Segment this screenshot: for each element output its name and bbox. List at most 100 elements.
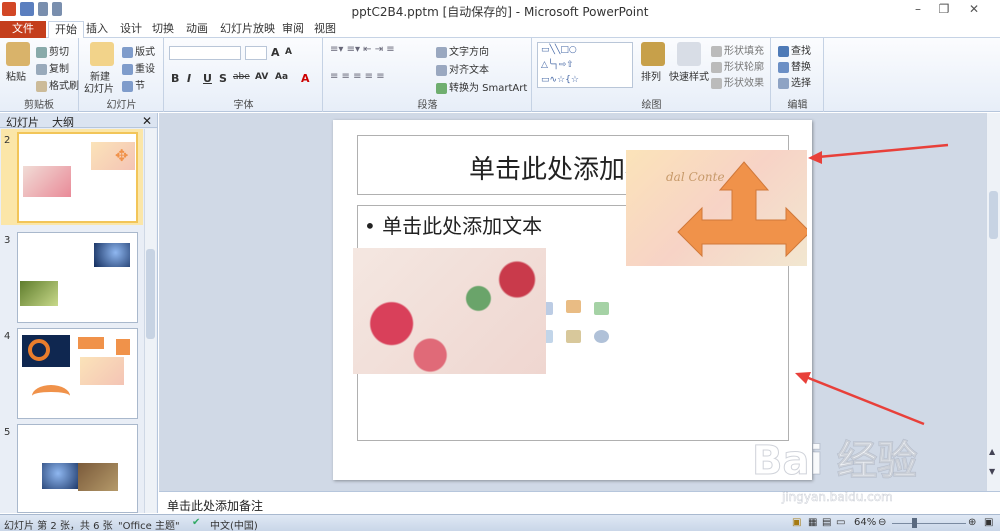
theme-status[interactable]: "Office 主题" bbox=[118, 517, 180, 531]
tab-animations[interactable]: 动画 bbox=[180, 21, 214, 38]
bullets-icon[interactable]: ≡▾ ≡▾ ⇤ ⇥ ≡ bbox=[330, 44, 395, 55]
reset-button[interactable]: 重设 bbox=[122, 60, 155, 75]
grow-font-button[interactable]: A bbox=[271, 46, 280, 59]
copy-button[interactable]: 复制 bbox=[36, 60, 69, 75]
paste-button[interactable]: 粘贴 bbox=[6, 68, 26, 83]
thumb-left-arrow bbox=[78, 337, 104, 349]
insert-media-icon[interactable] bbox=[594, 330, 609, 343]
thumb-space-image bbox=[94, 243, 130, 267]
group-drawing: ▭╲╲□○ △╰┐⇨⇧ ▭∿☆{☆ 排列 快速样式 形状填充 形状轮廓 形状效果… bbox=[533, 38, 771, 112]
italic-button[interactable]: I bbox=[187, 72, 191, 85]
smartart-icon bbox=[436, 82, 447, 94]
arrange-button[interactable]: 排列 bbox=[641, 68, 661, 83]
shrink-font-button[interactable]: A bbox=[285, 47, 292, 57]
font-size-combo[interactable] bbox=[245, 46, 267, 60]
slide-thumbnail-3[interactable] bbox=[17, 232, 138, 323]
underline-button[interactable]: U bbox=[203, 72, 212, 85]
content-placeholder-text: • 单击此处添加文本 bbox=[364, 214, 543, 238]
fit-to-window-icon[interactable]: ▣ bbox=[984, 517, 993, 528]
find-button[interactable]: 查找 bbox=[778, 42, 811, 57]
tab-slides-pane[interactable]: 幻灯片 bbox=[6, 114, 39, 130]
quick-styles-icon[interactable] bbox=[677, 42, 701, 66]
new-slide-icon[interactable] bbox=[90, 42, 114, 66]
insert-chart-icon[interactable] bbox=[566, 300, 581, 313]
shapes-gallery[interactable]: ▭╲╲□○ △╰┐⇨⇧ ▭∿☆{☆ bbox=[537, 42, 633, 88]
brush-icon bbox=[36, 80, 47, 92]
close-icon[interactable]: ✕ bbox=[962, 2, 986, 16]
bold-button[interactable]: B bbox=[171, 72, 179, 85]
insert-smartart-icon[interactable] bbox=[594, 302, 609, 315]
group-paragraph: ≡▾ ≡▾ ⇤ ⇥ ≡ ≡ ≡ ≡ ≡ ≡ 文字方向 对齐文本 转换为 Smar… bbox=[324, 38, 532, 112]
new-slide-dropdown[interactable]: 幻灯片 bbox=[84, 80, 114, 95]
editing-group-label: 编辑 bbox=[787, 100, 808, 111]
font-family-combo[interactable] bbox=[169, 46, 241, 60]
tab-design[interactable]: 设计 bbox=[114, 21, 148, 38]
layout-button[interactable]: 版式 bbox=[122, 43, 155, 58]
language-status[interactable]: 中文(中国) bbox=[210, 517, 258, 531]
outline-icon bbox=[711, 61, 722, 73]
change-case-button[interactable]: Aa bbox=[275, 72, 288, 82]
clipboard-group-label: 剪贴板 bbox=[24, 100, 54, 111]
slide-thumbnail-4[interactable] bbox=[17, 328, 138, 419]
title-bar: pptC2B4.pptm [自动保存的] - Microsoft PowerPo… bbox=[0, 0, 1000, 20]
tab-transitions[interactable]: 切换 bbox=[146, 21, 180, 38]
font-group-label: 字体 bbox=[233, 100, 254, 111]
editor-scrollbar[interactable]: ▲ ▼ bbox=[986, 113, 1000, 491]
binoculars-icon bbox=[778, 45, 789, 57]
group-slides: 新建 幻灯片 版式 重设 节 幻灯片 bbox=[80, 38, 164, 112]
insert-clipart-icon[interactable] bbox=[566, 330, 581, 343]
minimize-icon[interactable]: – bbox=[906, 2, 930, 16]
char-spacing-button[interactable]: AV bbox=[255, 72, 268, 82]
select-button[interactable]: 选择 bbox=[778, 74, 811, 89]
flower-picture[interactable] bbox=[353, 248, 546, 374]
window-title: pptC2B4.pptm [自动保存的] - Microsoft PowerPo… bbox=[351, 5, 649, 19]
floral-banner-picture[interactable]: dal Conte bbox=[626, 150, 807, 266]
cut-button[interactable]: 剪切 bbox=[36, 43, 69, 58]
editor-scrollbar-thumb[interactable] bbox=[989, 191, 998, 239]
spell-check-icon[interactable]: ✔ bbox=[192, 517, 200, 528]
current-slide[interactable]: 单击此处添加标题 • 单击此处添加文本 dal Conte bbox=[333, 120, 812, 480]
zoom-slider[interactable] bbox=[892, 523, 966, 524]
quick-styles-button[interactable]: 快速样式 bbox=[669, 68, 709, 83]
close-pane-icon[interactable]: ✕ bbox=[142, 114, 152, 128]
reset-icon bbox=[122, 63, 133, 75]
font-color-button[interactable]: A bbox=[301, 72, 310, 85]
replace-button[interactable]: 替换 bbox=[778, 58, 811, 73]
slides-pane-scrollbar[interactable] bbox=[144, 129, 156, 513]
prev-slide-icon[interactable]: ▲ bbox=[989, 447, 995, 456]
shape-outline-button[interactable]: 形状轮廓 bbox=[711, 58, 764, 73]
convert-smartart-button[interactable]: 转换为 SmartArt bbox=[436, 79, 527, 94]
shadow-button[interactable]: S bbox=[219, 72, 227, 85]
align-text-button[interactable]: 对齐文本 bbox=[436, 61, 489, 76]
tab-view[interactable]: 视图 bbox=[308, 21, 342, 38]
slide-number: 4 bbox=[4, 331, 11, 342]
restore-icon[interactable]: ❐ bbox=[932, 2, 956, 16]
arrange-icon[interactable] bbox=[641, 42, 665, 66]
tab-home[interactable]: 开始 bbox=[48, 21, 84, 38]
thumb-flower-image bbox=[23, 166, 71, 197]
strikethrough-button[interactable]: abe bbox=[233, 72, 250, 82]
format-painter-button[interactable]: 格式刷 bbox=[36, 77, 79, 92]
tab-outline-pane[interactable]: 大纲 bbox=[52, 114, 74, 130]
align-icons[interactable]: ≡ ≡ ≡ ≡ ≡ bbox=[330, 71, 385, 82]
shape-fill-button[interactable]: 形状填充 bbox=[711, 42, 764, 57]
text-direction-button[interactable]: 文字方向 bbox=[436, 43, 489, 58]
scrollbar-thumb[interactable] bbox=[146, 249, 155, 339]
tab-review[interactable]: 审阅 bbox=[276, 21, 310, 38]
ribbon-tabs: 文件 开始 插入 设计 切换 动画 幻灯片放映 审阅 视图 bbox=[0, 20, 1000, 38]
four-way-arrow-shape[interactable] bbox=[626, 150, 807, 266]
thumb-arrow-shape: ✥ bbox=[115, 146, 129, 165]
tab-slideshow[interactable]: 幻灯片放映 bbox=[214, 21, 281, 38]
group-font: A A B I U S abe AV Aa A 字体 bbox=[165, 38, 323, 112]
tab-insert[interactable]: 插入 bbox=[80, 21, 114, 38]
slide-thumbnail-2[interactable]: ✥ bbox=[17, 132, 138, 223]
shape-effects-button[interactable]: 形状效果 bbox=[711, 74, 764, 89]
slide-number: 5 bbox=[4, 427, 11, 438]
slide-thumbnail-5[interactable] bbox=[17, 424, 138, 513]
group-clipboard: 粘贴 剪切 复制 格式刷 剪贴板 bbox=[0, 38, 79, 112]
paste-icon[interactable] bbox=[6, 42, 30, 66]
next-slide-icon[interactable]: ▼ bbox=[989, 467, 995, 476]
tab-file[interactable]: 文件 bbox=[0, 21, 46, 38]
slide-count-status: 幻灯片 第 2 张，共 6 张 bbox=[4, 521, 113, 531]
section-button[interactable]: 节 bbox=[122, 77, 145, 92]
